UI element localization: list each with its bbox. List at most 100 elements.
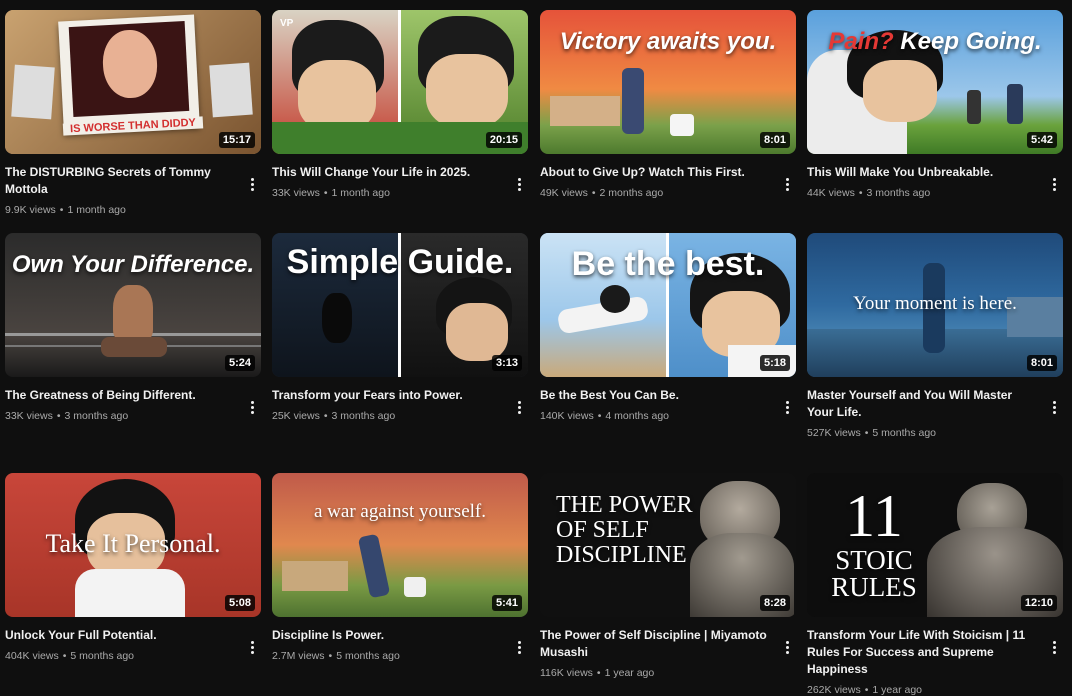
- thumbnail-overlay-text: Pain? Keep Going.: [807, 28, 1063, 56]
- overlay-word-red: Pain?: [828, 28, 894, 55]
- view-count: 44K views: [807, 187, 855, 199]
- video-card[interactable]: IS WORSE THAN DIDDY 15:17 The DISTURBING…: [5, 10, 261, 216]
- upload-age: 3 months ago: [64, 410, 129, 422]
- video-stats: 25K views • 3 months ago: [272, 410, 396, 422]
- overlay-line: DISCIPLINE: [556, 542, 687, 568]
- video-card[interactable]: VP 20:15 This Will Change Your Life in 2…: [272, 10, 528, 199]
- video-card[interactable]: Take It Personal. 5:08 Unlock Your Full …: [5, 473, 261, 662]
- video-title[interactable]: The DISTURBING Secrets of Tommy Mottola: [5, 164, 237, 198]
- overlay-word-white: Keep Going.: [900, 28, 1042, 55]
- video-duration: 5:41: [491, 595, 522, 611]
- video-thumbnail[interactable]: IS WORSE THAN DIDDY 15:17: [5, 10, 261, 154]
- video-thumbnail[interactable]: Your moment is here. 8:01: [807, 233, 1063, 377]
- video-title[interactable]: This Will Make You Unbreakable.: [807, 164, 1039, 181]
- more-vert-icon[interactable]: [1047, 176, 1061, 192]
- more-vert-icon[interactable]: [780, 176, 794, 192]
- upload-age: 3 months ago: [331, 410, 396, 422]
- view-count: 116K views: [540, 667, 593, 679]
- video-thumbnail[interactable]: Be the best. 5:18: [540, 233, 796, 377]
- video-card[interactable]: 11 STOIC RULES 12:10 Transform Your Life…: [807, 473, 1063, 696]
- video-thumbnail[interactable]: THE POWER OF SELF DISCIPLINE 8:28: [540, 473, 796, 617]
- video-thumbnail[interactable]: VP 20:15: [272, 10, 528, 154]
- video-thumbnail[interactable]: Own Your Difference. 5:24: [5, 233, 261, 377]
- more-vert-icon[interactable]: [512, 399, 526, 415]
- thumbnail-overlay-text: Be the best.: [571, 245, 765, 283]
- video-duration: 3:13: [491, 355, 522, 371]
- view-count: 33K views: [272, 187, 320, 199]
- view-count: 404K views: [5, 650, 59, 662]
- video-title[interactable]: Transform Your Life With Stoicism | 11 R…: [807, 627, 1039, 678]
- thumbnail-overlay-text: Own Your Difference.: [11, 251, 255, 278]
- video-card[interactable]: a war against yourself. 5:41 Discipline …: [272, 473, 528, 662]
- video-thumbnail[interactable]: Victory awaits you. 8:01: [540, 10, 796, 154]
- view-count: 9.9K views: [5, 204, 56, 216]
- video-duration: 15:17: [218, 132, 255, 148]
- video-thumbnail[interactable]: Pain? Keep Going. 5:42: [807, 10, 1063, 154]
- video-title[interactable]: Discipline Is Power.: [272, 627, 504, 644]
- more-vert-icon[interactable]: [1047, 399, 1061, 415]
- video-title[interactable]: About to Give Up? Watch This First.: [540, 164, 772, 181]
- video-title[interactable]: The Power of Self Discipline | Miyamoto …: [540, 627, 772, 661]
- video-thumbnail[interactable]: Simple Guide. 3:13: [272, 233, 528, 377]
- video-duration: 8:01: [1026, 355, 1057, 371]
- video-card[interactable]: Own Your Difference. 5:24 The Greatness …: [5, 233, 261, 422]
- video-stats: 527K views • 5 months ago: [807, 427, 937, 439]
- video-duration: 5:24: [224, 355, 255, 371]
- thumbnail-overlay-text: a war against yourself.: [314, 501, 486, 522]
- video-stats: 33K views • 1 month ago: [272, 187, 390, 199]
- video-stats: 33K views • 3 months ago: [5, 410, 129, 422]
- overlay-line: 11: [845, 483, 903, 549]
- video-card[interactable]: Pain? Keep Going. 5:42 This Will Make Yo…: [807, 10, 1063, 199]
- video-thumbnail[interactable]: 11 STOIC RULES 12:10: [807, 473, 1063, 617]
- video-stats: 140K views • 4 months ago: [540, 410, 670, 422]
- video-stats: 49K views • 2 months ago: [540, 187, 664, 199]
- view-count: 49K views: [540, 187, 588, 199]
- more-vert-icon[interactable]: [245, 639, 259, 655]
- video-thumbnail[interactable]: a war against yourself. 5:41: [272, 473, 528, 617]
- upload-age: 4 months ago: [605, 410, 670, 422]
- video-duration: 8:28: [759, 595, 790, 611]
- overlay-line: THE POWER: [556, 492, 693, 518]
- more-vert-icon[interactable]: [780, 399, 794, 415]
- view-count: 33K views: [5, 410, 53, 422]
- video-title[interactable]: The Greatness of Being Different.: [5, 387, 237, 404]
- video-card[interactable]: Victory awaits you. 8:01 About to Give U…: [540, 10, 796, 199]
- video-title[interactable]: This Will Change Your Life in 2025.: [272, 164, 504, 181]
- video-duration: 5:18: [759, 355, 790, 371]
- more-vert-icon[interactable]: [512, 639, 526, 655]
- video-stats: 44K views • 3 months ago: [807, 187, 931, 199]
- upload-age: 5 months ago: [336, 650, 400, 662]
- video-stats: 2.7M views • 5 months ago: [272, 650, 400, 662]
- video-duration: 20:15: [485, 132, 522, 148]
- video-title[interactable]: Unlock Your Full Potential.: [5, 627, 237, 644]
- more-vert-icon[interactable]: [245, 399, 259, 415]
- video-thumbnail[interactable]: Take It Personal. 5:08: [5, 473, 261, 617]
- view-count: 25K views: [272, 410, 320, 422]
- video-title[interactable]: Be the Best You Can Be.: [540, 387, 772, 404]
- upload-age: 1 month ago: [331, 187, 390, 199]
- upload-age: 1 year ago: [872, 684, 923, 696]
- video-title[interactable]: Transform your Fears into Power.: [272, 387, 504, 404]
- thumbnail-overlay-text: Simple Guide.: [286, 243, 514, 281]
- upload-age: 5 months ago: [70, 650, 135, 662]
- video-card[interactable]: THE POWER OF SELF DISCIPLINE 8:28 The Po…: [540, 473, 796, 679]
- upload-age: 3 months ago: [866, 187, 931, 199]
- video-card[interactable]: Your moment is here. 8:01 Master Yoursel…: [807, 233, 1063, 439]
- video-duration: 12:10: [1020, 595, 1057, 611]
- more-vert-icon[interactable]: [1047, 639, 1061, 655]
- more-vert-icon[interactable]: [245, 176, 259, 192]
- view-count: 262K views: [807, 684, 861, 696]
- video-card[interactable]: Simple Guide. 3:13 Transform your Fears …: [272, 233, 528, 422]
- video-title[interactable]: Master Yourself and You Will Master Your…: [807, 387, 1039, 421]
- view-count: 140K views: [540, 410, 594, 422]
- upload-age: 2 months ago: [599, 187, 664, 199]
- video-duration: 8:01: [759, 132, 790, 148]
- more-vert-icon[interactable]: [780, 639, 794, 655]
- view-count: 527K views: [807, 427, 861, 439]
- video-stats: 262K views • 1 year ago: [807, 684, 923, 696]
- thumbnail-overlay-text: Victory awaits you.: [559, 28, 777, 55]
- overlay-line: RULES: [831, 572, 917, 602]
- more-vert-icon[interactable]: [512, 176, 526, 192]
- overlay-line: OF SELF: [556, 517, 649, 543]
- video-card[interactable]: Be the best. 5:18 Be the Best You Can Be…: [540, 233, 796, 422]
